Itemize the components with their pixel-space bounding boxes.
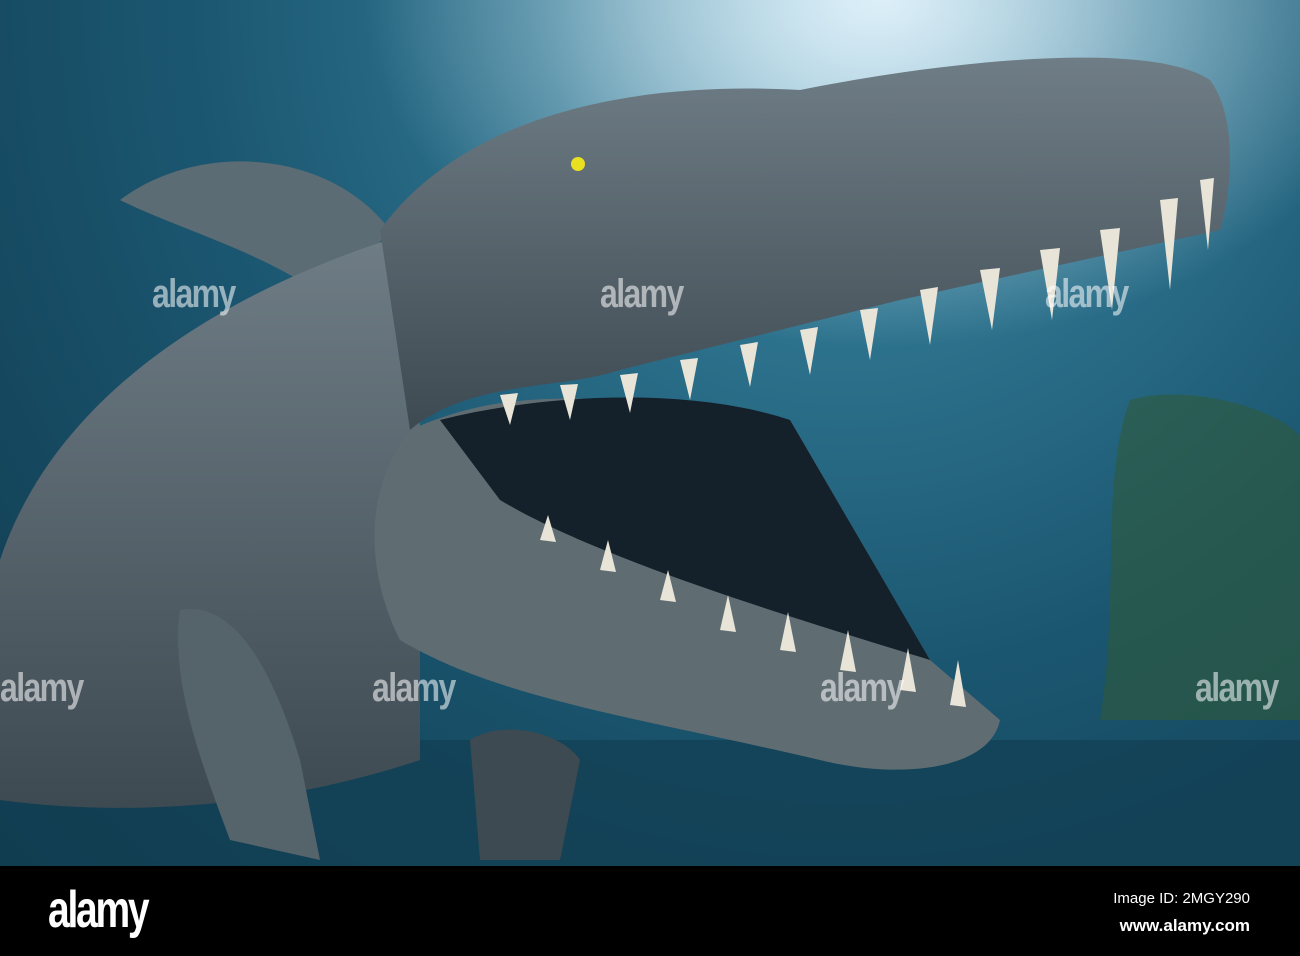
website-link: www.alamy.com	[1119, 916, 1250, 935]
watermark: alamy	[600, 272, 684, 316]
watermark: alamy	[1195, 666, 1279, 710]
alamy-logo: alamy	[48, 881, 150, 939]
watermark: alamy	[372, 666, 456, 710]
stock-photo: alamy alamy alamy alamy alamy alamy alam…	[0, 0, 1300, 866]
eye	[571, 157, 585, 171]
rear-flipper	[470, 729, 580, 860]
footer-bar: alamy Image ID: 2MGY290 www.alamy.com	[0, 866, 1300, 956]
creature-illustration	[0, 0, 1300, 866]
image-id: Image ID: 2MGY290	[1113, 890, 1250, 907]
watermark: alamy	[820, 666, 904, 710]
watermark: alamy	[152, 272, 236, 316]
watermark: alamy	[1045, 272, 1129, 316]
watermark: alamy	[0, 666, 84, 710]
